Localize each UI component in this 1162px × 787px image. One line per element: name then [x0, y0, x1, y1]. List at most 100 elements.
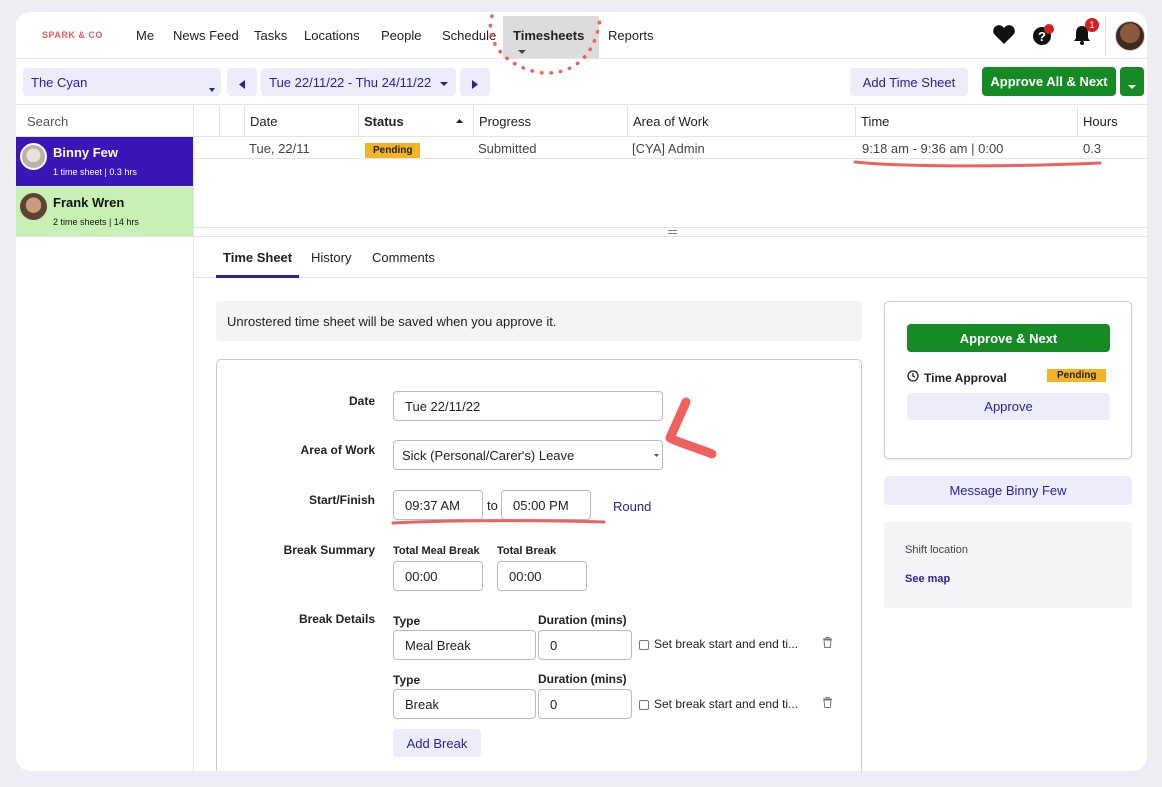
shift-location-label: Shift location [905, 544, 968, 556]
set-break-times-checkbox[interactable] [639, 640, 649, 650]
person-item-frank-wren[interactable]: Frank Wren 2 time sheets | 14 hrs [16, 187, 193, 237]
timesheet-grid: Date Status Progress Area of Work Time H… [194, 106, 1147, 159]
status-badge: Pending [365, 143, 421, 158]
shift-location-panel: Shift location See map [884, 522, 1132, 608]
nav-news-feed[interactable]: News Feed [173, 28, 239, 43]
nav-locations[interactable]: Locations [304, 28, 360, 43]
date-field[interactable]: Tue 22/11/22 [393, 391, 663, 421]
chevron-right-icon [472, 80, 478, 89]
grid-header-blank [219, 106, 244, 136]
divider [1105, 16, 1106, 56]
tab-comments[interactable]: Comments [372, 250, 435, 265]
break-details-label: Break Details [298, 612, 375, 626]
chevron-down-icon [1128, 84, 1136, 89]
total-break-field[interactable]: 00:00 [497, 561, 587, 591]
finish-time-field[interactable]: 05:00 PM [501, 490, 591, 520]
add-time-sheet-button[interactable]: Add Time Sheet [850, 68, 968, 96]
panel-splitter[interactable] [194, 227, 1147, 237]
total-meal-break-field[interactable]: 00:00 [393, 561, 483, 591]
date-range-value: Tue 22/11/22 - Thu 24/11/22 [269, 75, 432, 90]
row-time: 9:18 am - 9:36 am | 0:00 [862, 141, 1004, 156]
person-summary: 2 time sheets | 14 hrs [53, 217, 139, 227]
search-input[interactable]: Search [16, 106, 193, 137]
person-item-binny-few[interactable]: Binny Few 1 time sheet | 0.3 hrs [16, 137, 193, 187]
total-meal-break-label: Total Meal Break [393, 545, 480, 557]
break-type-field[interactable]: Break [393, 689, 536, 719]
table-row[interactable]: Tue, 22/11 Pending Submitted [CYA] Admin… [194, 137, 1147, 159]
approve-all-next-button[interactable]: Approve All & Next [982, 67, 1116, 96]
timesheet-form: Date Tue 22/11/22 Area of Work Sick (Per… [216, 359, 862, 771]
avatar [20, 193, 47, 220]
break-type-field[interactable]: Meal Break [393, 630, 536, 660]
clock-icon [907, 370, 919, 382]
grid-header-select[interactable] [194, 106, 219, 136]
grid-header-date[interactable]: Date [244, 106, 360, 136]
see-map-link[interactable]: See map [905, 573, 950, 585]
nav-reports[interactable]: Reports [608, 28, 654, 43]
chevron-down-icon [209, 80, 215, 95]
approval-card: Approve & Next Time Approval Pending App… [884, 301, 1132, 459]
break-duration-label: Duration (mins) [538, 672, 627, 686]
break-duration-label: Duration (mins) [538, 613, 627, 627]
set-break-times-checkbox[interactable] [639, 700, 649, 710]
grid-header-hours[interactable]: Hours [1077, 106, 1147, 136]
nav-schedule[interactable]: Schedule [442, 28, 496, 43]
break-duration-field[interactable]: 0 [538, 630, 632, 660]
add-break-button[interactable]: Add Break [393, 729, 481, 757]
help-icon[interactable]: ? [1032, 24, 1054, 49]
approve-button[interactable]: Approve [907, 393, 1110, 420]
chevron-down-icon [439, 81, 448, 86]
status-badge: Pending [1047, 369, 1107, 382]
location-select-value: The Cyan [31, 75, 88, 90]
approve-all-dropdown-button[interactable] [1120, 67, 1144, 96]
trash-icon[interactable] [823, 697, 832, 708]
date-range-select[interactable]: Tue 22/11/22 - Thu 24/11/22 [261, 68, 456, 96]
next-period-button[interactable] [460, 68, 490, 96]
break-type-label: Type [393, 614, 421, 628]
unrostered-note: Unrostered time sheet will be saved when… [216, 301, 862, 341]
start-finish-label: Start/Finish [308, 493, 375, 507]
grid-header-time[interactable]: Time [855, 106, 1077, 136]
approve-next-button[interactable]: Approve & Next [907, 324, 1110, 352]
people-panel: Search Binny Few 1 time sheet | 0.3 hrs … [16, 106, 194, 771]
grid-header-area[interactable]: Area of Work [627, 106, 855, 136]
area-of-work-select[interactable]: Sick (Personal/Carer's) Leave [393, 440, 663, 470]
date-label: Date [348, 394, 375, 408]
message-person-button[interactable]: Message Binny Few [884, 476, 1132, 505]
time-approval-label: Time Approval [924, 371, 1007, 385]
start-time-field[interactable]: 09:37 AM [393, 490, 483, 520]
nav-tasks[interactable]: Tasks [254, 28, 287, 43]
total-break-label: Total Break [497, 545, 557, 557]
grid-header-status-label: Status [364, 114, 404, 129]
tab-time-sheet[interactable]: Time Sheet [216, 250, 300, 278]
trash-icon[interactable] [823, 637, 832, 648]
chevron-left-icon [239, 80, 245, 89]
user-avatar[interactable] [1115, 21, 1145, 51]
row-area: [CYA] Admin [632, 141, 705, 156]
set-break-times-label: Set break start and end ti... [654, 697, 799, 711]
row-date: Tue, 22/11 [249, 141, 310, 156]
grid-header-progress[interactable]: Progress [473, 106, 627, 136]
row-progress: Submitted [478, 141, 537, 156]
prev-period-button[interactable] [227, 68, 257, 96]
location-select[interactable]: The Cyan [23, 68, 221, 96]
break-type-label: Type [393, 673, 421, 687]
round-link[interactable]: Round [613, 499, 651, 514]
area-label: Area of Work [300, 443, 375, 457]
nav-timesheets[interactable]: Timesheets [503, 16, 599, 58]
notification-badge: 1 [1085, 18, 1099, 32]
row-hours: 0.3 [1083, 141, 1102, 156]
top-nav: SPARK & CO Me News Feed Tasks Locations … [16, 12, 1147, 59]
area-value: Sick (Personal/Carer's) Leave [402, 448, 575, 463]
nav-people[interactable]: People [381, 28, 421, 43]
break-duration-field[interactable]: 0 [538, 689, 632, 719]
grid-header-row: Date Status Progress Area of Work Time H… [194, 106, 1147, 137]
grid-header-status[interactable]: Status [358, 106, 473, 136]
heart-icon[interactable] [992, 25, 1016, 48]
toolbar: The Cyan Tue 22/11/22 - Thu 24/11/22 Add… [16, 59, 1147, 105]
detail-tabs: Time Sheet History Comments [194, 238, 1147, 278]
break-summary-label: Break Summary [283, 543, 375, 557]
tab-history[interactable]: History [311, 250, 351, 265]
nav-me[interactable]: Me [136, 28, 154, 43]
brand-logo[interactable]: SPARK & CO [42, 30, 103, 40]
